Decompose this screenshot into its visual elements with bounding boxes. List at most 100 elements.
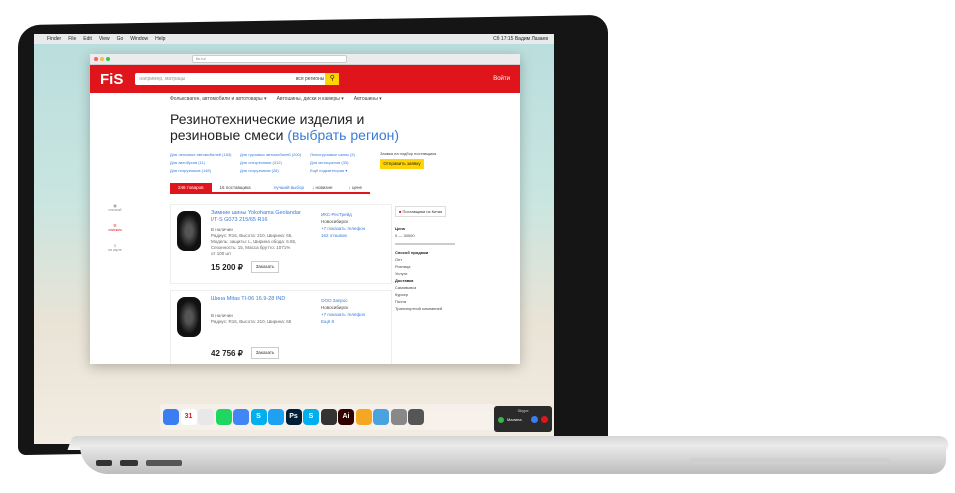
dock-app-icon[interactable] [268,409,284,425]
tab-products[interactable]: 246 товаров [170,183,212,192]
filter-link[interactable]: Для спецтехники (312) [240,159,310,167]
price-slider[interactable] [395,243,455,245]
dock-app-icon[interactable]: Ps [285,409,302,425]
dock-app-icon[interactable]: 31 [180,409,197,425]
menu-go[interactable]: Go [117,36,124,42]
dock-app-icon[interactable]: S [303,409,319,425]
screen: Finder File Edit View Go Window Help Сб … [34,34,554,444]
china-suppliers-label: Поставщики из Китая [402,209,443,214]
seller-name[interactable]: ООО Запрос [321,297,381,304]
breadcrumb: Фольксваген, автомобили и автотовары ▾ А… [90,93,520,105]
send-request-button[interactable]: Отправить заявку [380,159,424,169]
sort-best[interactable]: лучший выбор [274,185,304,190]
reviews-link[interactable]: 162 отзывов [321,232,381,239]
view-map-label: на карте [108,248,122,252]
filter-link[interactable]: Ещё подкатегории ▾ [310,167,380,175]
delivery-option[interactable]: Самовывоз [395,284,455,291]
dock-app-icon[interactable] [390,409,407,425]
dock-app-icon[interactable] [215,409,232,425]
delivery-option[interactable]: Почта [395,298,455,305]
product-name[interactable]: Шина Mitas TI-06 16.9-28 IND [211,296,301,303]
view-list[interactable]: ☰ списком [100,224,130,232]
menubar-status: Сб 17:15 Вадим Лазаев [493,36,548,42]
seller-city: Новосибирск [321,305,349,310]
dock-app-icon[interactable]: S [250,409,267,425]
minimize-icon[interactable] [100,57,104,61]
filter-link[interactable]: Легкогрузовые шины (3) [310,151,380,159]
login-link[interactable]: Войти [493,76,510,82]
tab-suppliers[interactable]: 16 поставщика [212,183,259,192]
show-phone-link[interactable]: +7 показать телефон [321,311,381,318]
nav-item-auto[interactable]: Фольксваген, автомобили и автотовары ▾ [170,96,267,102]
menu-window[interactable]: Window [130,36,148,42]
menu-view[interactable]: View [99,36,110,42]
search-input[interactable]: например, матрацы вся регионы ⚲ [135,73,340,85]
dock-app-icon[interactable] [373,409,389,425]
filter-link[interactable]: Для погрузчиков (28) [240,167,310,175]
browser-chrome: fis.ru/ [90,54,520,65]
order-button[interactable]: Заказать [251,347,279,359]
menu-file[interactable]: File [68,36,76,42]
supplier-request: Заявка на подбор поставщика Отправить за… [380,151,440,175]
sale-option[interactable]: Услуги [395,270,455,277]
menu-help[interactable]: Help [155,36,165,42]
skype-notification[interactable]: Skype Малина [494,406,552,432]
search-button[interactable]: ⚲ [325,73,340,85]
sd-card-slot [146,460,182,466]
site-logo[interactable]: FiS [100,71,123,88]
china-suppliers-button[interactable]: ■ Поставщики из Китая [395,206,447,217]
filter-link[interactable]: Для легковых автомобилей (163) [170,151,240,159]
category-filters: Для легковых автомобилей (163) Для автоб… [90,151,520,175]
answer-call-icon[interactable] [531,416,538,423]
sort-new[interactable]: ↓ новизне [304,183,340,192]
filter-column-2: Для грузовых автомобилей (200) Для спецт… [240,151,310,175]
view-grid[interactable]: ▦ плиткой [100,204,130,212]
url-bar[interactable]: fis.ru/ [192,55,347,63]
show-phone-link[interactable]: +7 показать телефон [321,225,381,232]
filter-link[interactable]: Для грузовых автомобилей (200) [240,151,310,159]
dock-app-icon[interactable]: Ai [338,409,354,425]
sort-price[interactable]: ↓ цене [340,183,370,192]
price-to[interactable]: 30000 [403,233,414,238]
region-link[interactable]: (выбрать регион) [287,127,399,143]
maximize-icon[interactable] [106,57,110,61]
product-price: 15 200 ₽ [211,263,243,272]
product-name[interactable]: Зимние шины Yokohama Geolandar I/T-S G07… [211,210,301,224]
nav-item-tires[interactable]: Автошины ▾ [354,96,382,102]
dock-app-icon[interactable] [355,409,372,425]
menu-finder[interactable]: Finder [47,36,61,42]
filter-link[interactable]: Для мотоциклов (33) [310,159,380,167]
dock-app-icon[interactable] [163,409,179,425]
filter-sidebar: ■ Поставщики из Китая Цена 0 — 30000 Спо… [395,206,455,312]
site-header: FiS например, матрацы вся регионы ⚲ Войт… [90,65,520,93]
results-tabs: 246 товаров 16 поставщика лучший выбор ↓… [170,183,370,194]
dock-app-icon[interactable] [408,409,424,425]
browser-window: fis.ru/ FiS например, матрацы вся регион… [90,54,520,364]
decline-call-icon[interactable] [541,416,548,423]
price-from[interactable]: 0 [395,233,397,238]
filter-column-1: Для легковых автомобилей (163) Для автоб… [170,151,240,175]
product-card: Шина Mitas TI-06 16.9-28 IND В наличии Р… [170,290,392,364]
reviews-link[interactable]: Ещё 8 [321,318,381,325]
search-region-select[interactable]: вся регионы [296,73,325,85]
notification-row: Малина [494,413,552,426]
dock-app-icon[interactable] [320,409,337,425]
usb-port [96,460,112,466]
sale-option[interactable]: Розница [395,263,455,270]
filter-link[interactable]: Для погрузчиков (148) [170,167,240,175]
close-icon[interactable] [94,57,98,61]
menu-edit[interactable]: Edit [83,36,92,42]
nav-item-tires-disks[interactable]: Автошины, диски и камеры ▾ [277,96,344,102]
filter-link[interactable]: Для автобусов (11) [170,159,240,167]
sale-option[interactable]: Опт [395,256,455,263]
delivery-option[interactable]: Транспортной компанией [395,305,455,312]
dock-app-icon[interactable] [233,409,249,425]
tire-image[interactable] [177,297,201,337]
delivery-option[interactable]: Курьер [395,291,455,298]
view-map[interactable]: ⚲ на карте [100,244,130,252]
order-button[interactable]: Заказать [251,261,279,273]
scene: Finder File Edit View Go Window Help Сб … [0,0,955,493]
tire-image[interactable] [177,211,201,251]
dock-app-icon[interactable] [198,409,214,425]
seller-name[interactable]: ИКС-РесТрейд [321,211,381,218]
